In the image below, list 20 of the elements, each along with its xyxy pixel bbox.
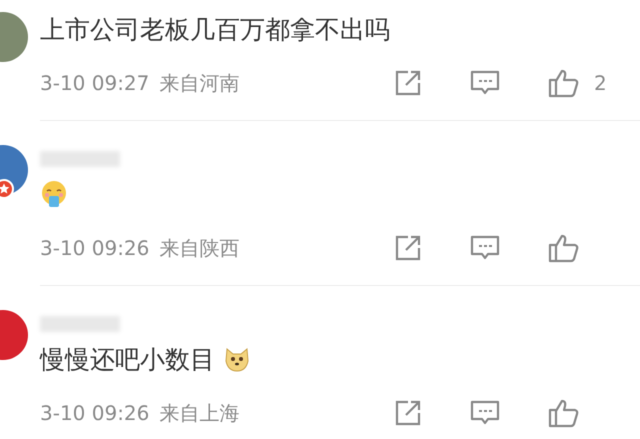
- comment-time: 3-10 09:26: [40, 401, 150, 425]
- face-emoji-icon: [40, 180, 68, 208]
- comment-icon[interactable]: [470, 69, 500, 97]
- share-icon[interactable]: [394, 234, 422, 262]
- comment-location: 来自上海: [159, 400, 240, 426]
- comment-time: 3-10 09:26: [40, 236, 150, 260]
- comment-icon[interactable]: [470, 399, 500, 427]
- comment-icon[interactable]: [470, 234, 500, 262]
- comment-location: 来自河南: [159, 70, 240, 96]
- like-count: 2: [594, 71, 607, 95]
- dog-face-icon: [223, 345, 251, 373]
- share-icon[interactable]: [394, 399, 422, 427]
- thumbs-up-icon[interactable]: [548, 68, 580, 98]
- thumbs-up-icon[interactable]: [548, 233, 580, 263]
- comment-text: 慢慢还吧小数目: [40, 344, 215, 376]
- comment-time: 3-10 09:27: [40, 71, 150, 95]
- comment-text: 上市公司老板几百万都拿不出吗: [40, 14, 390, 46]
- comment-location: 来自陕西: [159, 234, 240, 262]
- thumbs-up-icon[interactable]: [548, 398, 580, 428]
- share-icon[interactable]: [394, 69, 422, 97]
